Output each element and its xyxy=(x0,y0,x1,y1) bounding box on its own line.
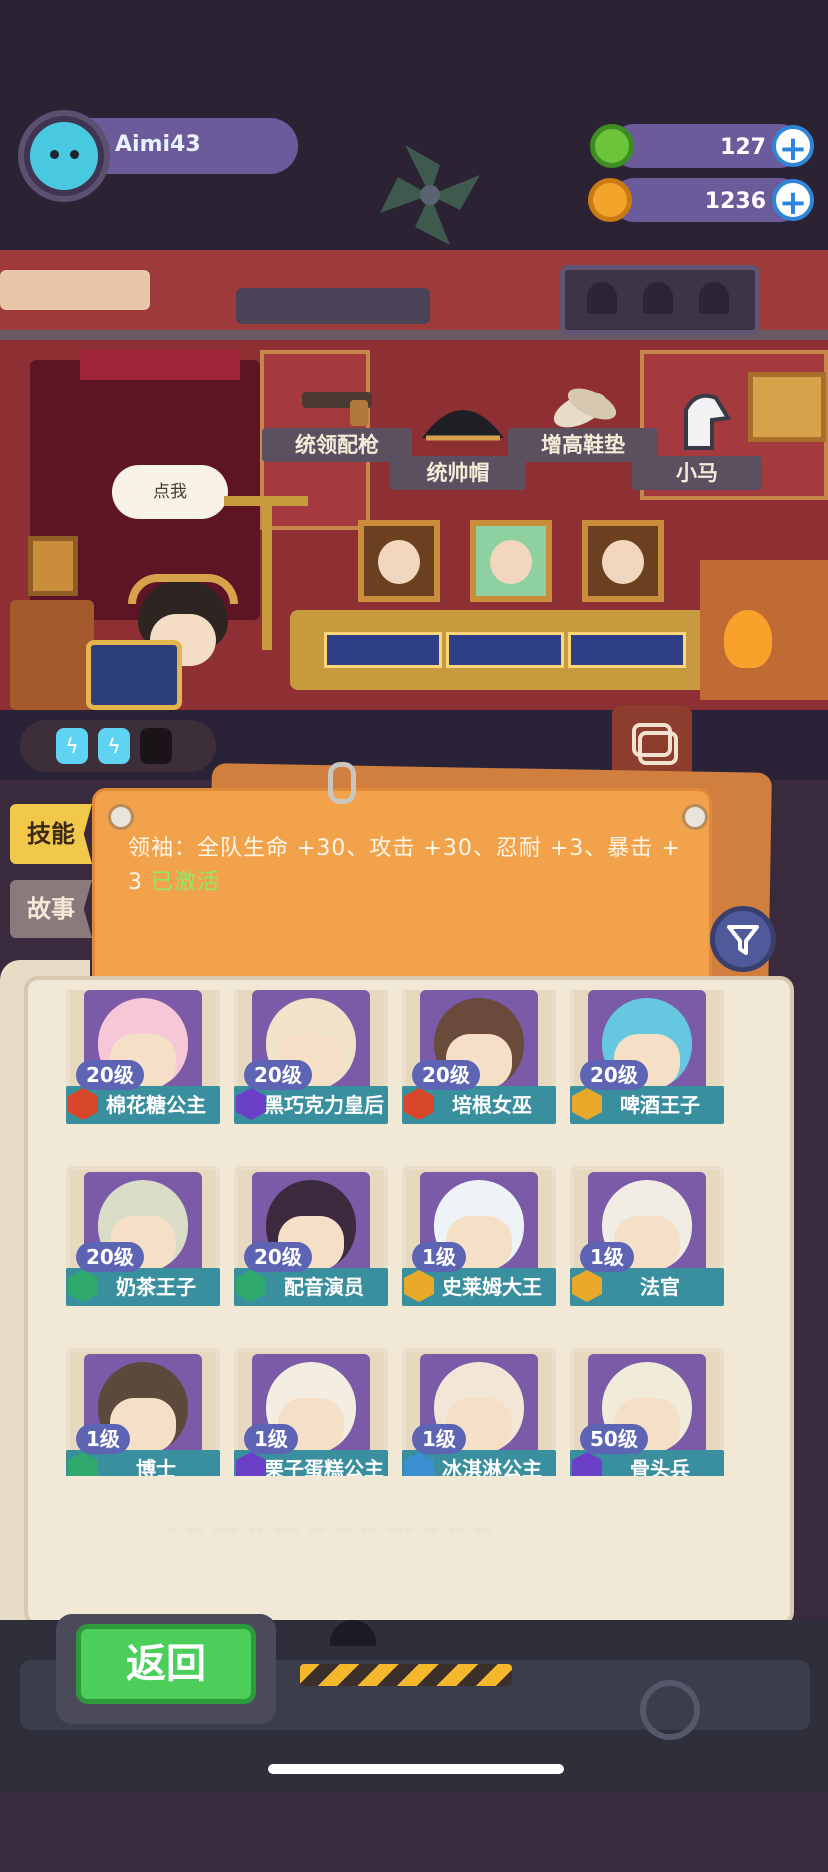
curtain-valance xyxy=(80,350,240,380)
character-name: 史莱姆大王 xyxy=(442,1275,542,1299)
level-pill: 20级 xyxy=(244,1060,312,1090)
ghost-icon xyxy=(643,282,673,314)
fire-icon xyxy=(724,610,772,668)
energy-empty-slot xyxy=(140,728,172,764)
planet-coin-icon xyxy=(588,178,632,222)
filter-button[interactable] xyxy=(710,906,776,972)
candelabra-arm xyxy=(224,496,308,506)
screw-icon xyxy=(682,804,708,830)
character-name: 棉花糖公主 xyxy=(106,1093,206,1117)
character-name: 培根女巫 xyxy=(452,1093,532,1117)
portrait-frame xyxy=(582,520,664,602)
level-pill: 1级 xyxy=(580,1242,634,1272)
portrait-face xyxy=(490,540,532,584)
horse-portrait xyxy=(748,372,826,442)
ghost-icon xyxy=(587,282,617,314)
character-card[interactable]: 培根女巫 20级 xyxy=(402,990,556,1144)
screw-icon xyxy=(108,804,134,830)
character-name: 奶茶王子 xyxy=(116,1275,196,1299)
ghost-monitor xyxy=(560,265,760,335)
energy-bolt-icon: ϟ xyxy=(56,728,88,764)
character-card[interactable]: 黑巧克力皇后 20级 xyxy=(234,990,388,1144)
add-donut-button[interactable]: + xyxy=(772,125,814,169)
coin-count: 1236 xyxy=(704,189,766,214)
avatar[interactable] xyxy=(30,122,98,190)
home-indicator[interactable] xyxy=(268,1764,564,1774)
insole-icon[interactable] xyxy=(550,380,620,430)
character-card[interactable]: 奶茶王子 20级 xyxy=(66,1166,220,1326)
donut-count: 127 xyxy=(720,135,766,160)
filter-icon xyxy=(727,925,759,955)
tab-skill[interactable]: 技能 xyxy=(10,804,92,864)
back-button[interactable]: 返回 xyxy=(76,1624,256,1704)
level-pill: 1级 xyxy=(412,1242,466,1272)
character-name: 法官 xyxy=(640,1275,680,1299)
bicorne-hat-icon[interactable] xyxy=(418,392,508,446)
item-label-hat[interactable]: 统帅帽 xyxy=(390,456,526,490)
paperclip-icon xyxy=(328,762,356,804)
windmill-icon xyxy=(380,145,480,245)
item-label-pony[interactable]: 小马 xyxy=(632,456,762,490)
character-card[interactable]: 法官 1级 xyxy=(570,1166,724,1326)
side-cabinet xyxy=(10,600,94,710)
avatar-eye-icon xyxy=(50,150,59,159)
avatar-eye-icon xyxy=(70,150,79,159)
ghost-icon xyxy=(699,282,729,314)
level-pill: 20级 xyxy=(412,1060,480,1090)
tab-story[interactable]: 故事 xyxy=(10,880,92,938)
treasure-chest xyxy=(86,640,182,710)
drawer xyxy=(568,632,686,668)
blurred-hint-text: · ·· ··· ·· ··· ·· ·· ·· ··· ·· ·· ·· xyxy=(170,1520,493,1541)
gear-icon xyxy=(640,1680,700,1740)
desk xyxy=(290,610,720,690)
level-pill: 20级 xyxy=(76,1060,144,1090)
character-name: 配音演员 xyxy=(284,1275,364,1299)
speech-bubble[interactable]: 点我 xyxy=(112,465,228,519)
drawer xyxy=(446,632,564,668)
vent-panel xyxy=(0,270,150,310)
item-label-pistol[interactable]: 统领配枪 xyxy=(262,428,412,462)
level-pill: 20级 xyxy=(244,1242,312,1272)
level-pill: 50级 xyxy=(580,1424,648,1454)
character-card[interactable]: 啤酒王子 20级 xyxy=(570,990,724,1144)
drawer xyxy=(324,632,442,668)
level-pill: 1级 xyxy=(76,1424,130,1454)
add-coin-button[interactable]: + xyxy=(772,179,814,223)
character-card[interactable]: 冰淇淋公主 1级 xyxy=(402,1348,556,1476)
player-name: Aimi43 xyxy=(115,132,201,157)
donut-icon xyxy=(590,124,634,168)
character-card[interactable]: 史莱姆大王 1级 xyxy=(402,1166,556,1326)
candelabra xyxy=(262,500,272,650)
hazard-stripe xyxy=(300,1664,512,1686)
character-name: 博士 xyxy=(136,1457,176,1476)
energy-bar: ϟ ϟ xyxy=(20,720,216,772)
pony-icon[interactable] xyxy=(676,390,732,452)
level-pill: 1级 xyxy=(244,1424,298,1454)
character-grid: 棉花糖公主 20级 黑巧克力皇后 20级 培根女巫 20级 啤酒王子 20级 奶茶王子 20级 配音… xyxy=(60,990,750,1476)
level-pill: 20级 xyxy=(76,1242,144,1272)
character-name: 啤酒王子 xyxy=(620,1093,700,1117)
level-pill: 20级 xyxy=(580,1060,648,1090)
skill-status: 已激活 xyxy=(151,870,221,895)
character-card[interactable]: 博士 1级 xyxy=(66,1348,220,1476)
portrait-face xyxy=(602,540,644,584)
portrait-face xyxy=(378,540,420,584)
character-card[interactable]: 骨头兵 50级 xyxy=(570,1348,724,1476)
character-card[interactable]: 栗子蛋糕公主 1级 xyxy=(234,1348,388,1476)
portrait-frame xyxy=(470,520,552,602)
small-portrait xyxy=(28,536,78,596)
portrait-frame xyxy=(358,520,440,602)
vent-panel xyxy=(236,288,430,324)
energy-bolt-icon: ϟ xyxy=(98,728,130,764)
character-card[interactable]: 配音演员 20级 xyxy=(234,1166,388,1326)
level-pill: 1级 xyxy=(412,1424,466,1454)
laurel-wreath-icon xyxy=(128,574,238,604)
skill-description: 领袖：全队生命 +30、攻击 +30、忍耐 +3、暴击 + 3 已激活 xyxy=(128,832,688,900)
character-card[interactable]: 棉花糖公主 20级 xyxy=(66,990,220,1144)
pistol-icon[interactable] xyxy=(298,382,382,428)
